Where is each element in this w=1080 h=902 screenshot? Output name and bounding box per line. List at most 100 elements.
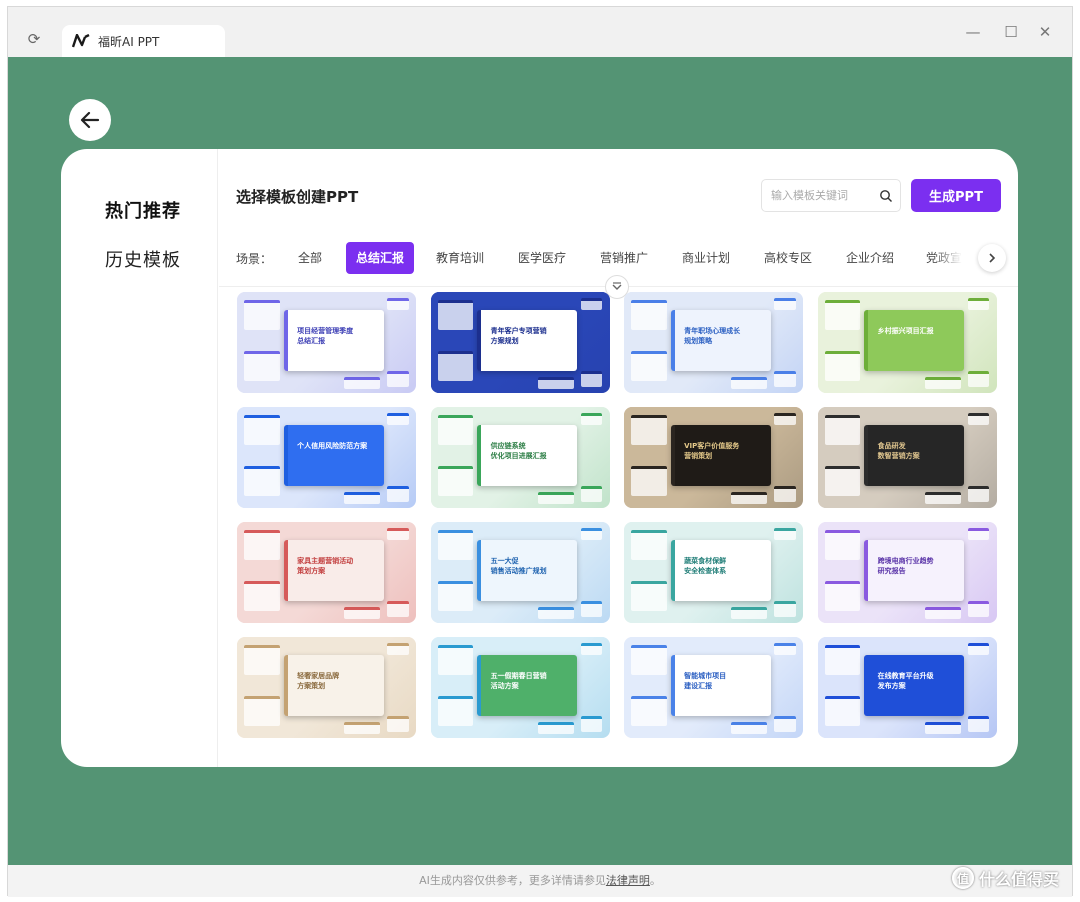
template-mini-slide xyxy=(631,695,667,726)
template-title: 乡村振兴项目汇报 xyxy=(877,326,934,335)
template-mini-slide xyxy=(774,715,796,732)
template-cover-slide: 在线教育平台升级 发布方案 xyxy=(864,655,965,716)
template-card[interactable]: 供应链系统 优化项目进展汇报 xyxy=(430,407,610,508)
scene-label: 场景： xyxy=(236,252,273,266)
template-cover-slide: 智能城市项目 建设汇报 xyxy=(670,655,771,716)
template-cover-slide: 项目经营管理季度 总结汇报 xyxy=(283,310,384,371)
scene-filter-bar: 场景： 全部总结汇报教育培训医学医疗营销推广商业计划高校专区企业介绍党政宣传 xyxy=(236,242,1006,274)
template-mini-slide xyxy=(344,376,381,389)
template-mini-slide xyxy=(924,376,961,389)
template-title: 青年职场心理成长 规划策略 xyxy=(684,326,741,345)
watermark: 值 什么值得买 xyxy=(952,866,1059,890)
template-mini-slide xyxy=(244,300,280,331)
template-card[interactable]: 项目经营管理季度 总结汇报 xyxy=(237,292,416,393)
template-card[interactable]: 青年职场心理成长 规划策略 xyxy=(624,292,803,393)
refresh-icon[interactable]: ⟳ xyxy=(26,31,42,47)
template-card[interactable]: 在线教育平台升级 发布方案 xyxy=(817,637,997,738)
template-title: 家具主题营销活动 策划方案 xyxy=(297,556,354,575)
template-title: 五一大促 销售活动推广规划 xyxy=(490,556,547,575)
tab-title: 福昕AI PPT xyxy=(98,34,160,49)
browser-tab[interactable]: 福昕AI PPT xyxy=(62,25,225,57)
scene-tab[interactable]: 总结汇报 xyxy=(346,242,415,274)
template-card[interactable]: 五一假期春日营销 活动方案 xyxy=(430,637,610,738)
template-mini-slide xyxy=(537,376,574,389)
sidebar-item-history[interactable]: 历史模板 xyxy=(105,246,181,272)
template-mini-slide xyxy=(967,600,990,617)
template-mini-slide xyxy=(824,415,861,446)
legal-link[interactable]: 法律声明 xyxy=(606,874,650,887)
template-card[interactable]: 青年客户专项营销 方案规划 xyxy=(430,292,610,393)
back-button[interactable] xyxy=(69,99,111,141)
template-card[interactable]: 蔬菜食材保鲜 安全检查体系 xyxy=(624,522,803,623)
template-mini-slide xyxy=(437,300,474,331)
template-mini-slide xyxy=(244,530,280,561)
watermark-text: 什么值得买 xyxy=(979,870,1060,889)
search-input[interactable] xyxy=(771,189,875,202)
template-mini-slide xyxy=(824,645,861,676)
scene-tab[interactable]: 高校专区 xyxy=(754,242,822,274)
scene-tab[interactable]: 全部 xyxy=(288,242,332,274)
template-card[interactable]: 个人信用风险防范方案 xyxy=(237,407,416,508)
maximize-icon[interactable]: ☐ xyxy=(1001,23,1021,41)
template-card[interactable]: 轻奢家居品牌 方案策划 xyxy=(237,637,416,738)
template-mini-slide xyxy=(580,528,603,541)
scene-tab[interactable]: 教育培训 xyxy=(426,242,494,274)
template-card[interactable]: 乡村振兴项目汇报 xyxy=(817,292,997,393)
template-card[interactable]: 五一大促 销售活动推广规划 xyxy=(430,522,610,623)
template-cover-slide: 青年客户专项营销 方案规划 xyxy=(477,310,578,371)
minimize-icon[interactable]: — xyxy=(963,23,983,41)
template-mini-slide xyxy=(967,298,990,311)
chevron-right-icon xyxy=(989,253,996,263)
template-cover-slide: 个人信用风险防范方案 xyxy=(283,425,384,486)
template-mini-slide xyxy=(580,715,603,732)
template-mini-slide xyxy=(967,528,990,541)
scene-tab[interactable]: 营销推广 xyxy=(590,242,658,274)
template-mini-slide xyxy=(774,600,796,617)
page-title: 选择模板创建PPT xyxy=(236,188,359,206)
template-mini-slide xyxy=(387,413,409,426)
template-mini-slide xyxy=(774,298,796,311)
template-card[interactable]: 食品研发 数智营销方案 xyxy=(817,407,997,508)
template-mini-slide xyxy=(344,606,381,619)
template-mini-slide xyxy=(437,350,474,381)
template-mini-slide xyxy=(387,715,409,732)
template-mini-slide xyxy=(244,350,280,381)
template-mini-slide xyxy=(437,580,474,611)
template-mini-slide xyxy=(631,415,667,446)
search-box[interactable] xyxy=(761,179,901,212)
template-mini-slide xyxy=(344,721,381,734)
template-mini-slide xyxy=(631,300,667,331)
template-mini-slide xyxy=(387,600,409,617)
generate-ppt-button[interactable]: 生成PPT xyxy=(911,179,1001,212)
template-cover-slide: 食品研发 数智营销方案 xyxy=(864,425,965,486)
close-icon[interactable]: ✕ xyxy=(1035,23,1055,41)
template-mini-slide xyxy=(824,695,861,726)
scene-next-button[interactable] xyxy=(978,244,1006,272)
footer-text: AI生成内容仅供参考，更多详情请参见 xyxy=(419,874,606,887)
template-cover-slide: 乡村振兴项目汇报 xyxy=(864,310,965,371)
arrow-left-icon xyxy=(80,111,100,129)
app-window: ⟳ 福昕AI PPT — ☐ ✕ 热门推荐 历史模板 选择模板创建PPT 输入模… xyxy=(7,6,1073,897)
title-bar: ⟳ 福昕AI PPT — ☐ ✕ xyxy=(8,7,1072,57)
template-card[interactable]: 智能城市项目 建设汇报 xyxy=(624,637,803,738)
template-mini-slide xyxy=(731,491,768,504)
scene-tab[interactable]: 商业计划 xyxy=(672,242,740,274)
template-title: 在线教育平台升级 发布方案 xyxy=(877,671,934,690)
search-icon[interactable] xyxy=(879,189,893,203)
template-mini-slide xyxy=(967,413,990,426)
template-panel: 热门推荐 历史模板 选择模板创建PPT 生成PPT 场景： 全部总结汇报教育培训… xyxy=(61,149,1018,767)
template-mini-slide xyxy=(774,485,796,502)
template-card[interactable]: VIP客户价值服务 营销策划 xyxy=(624,407,803,508)
template-mini-slide xyxy=(631,580,667,611)
template-mini-slide xyxy=(631,465,667,496)
scene-tab[interactable]: 企业介绍 xyxy=(836,242,904,274)
template-card[interactable]: 家具主题营销活动 策划方案 xyxy=(237,522,416,623)
app-content: 热门推荐 历史模板 选择模板创建PPT 生成PPT 场景： 全部总结汇报教育培训… xyxy=(8,57,1072,865)
chevron-down-icon xyxy=(612,282,622,290)
template-mini-slide xyxy=(244,695,280,726)
template-mini-slide xyxy=(924,721,961,734)
template-cover-slide: 青年职场心理成长 规划策略 xyxy=(670,310,771,371)
template-card[interactable]: 跨境电商行业趋势 研究报告 xyxy=(817,522,997,623)
scene-tab[interactable]: 医学医疗 xyxy=(508,242,576,274)
sidebar-item-hot[interactable]: 热门推荐 xyxy=(105,197,181,223)
